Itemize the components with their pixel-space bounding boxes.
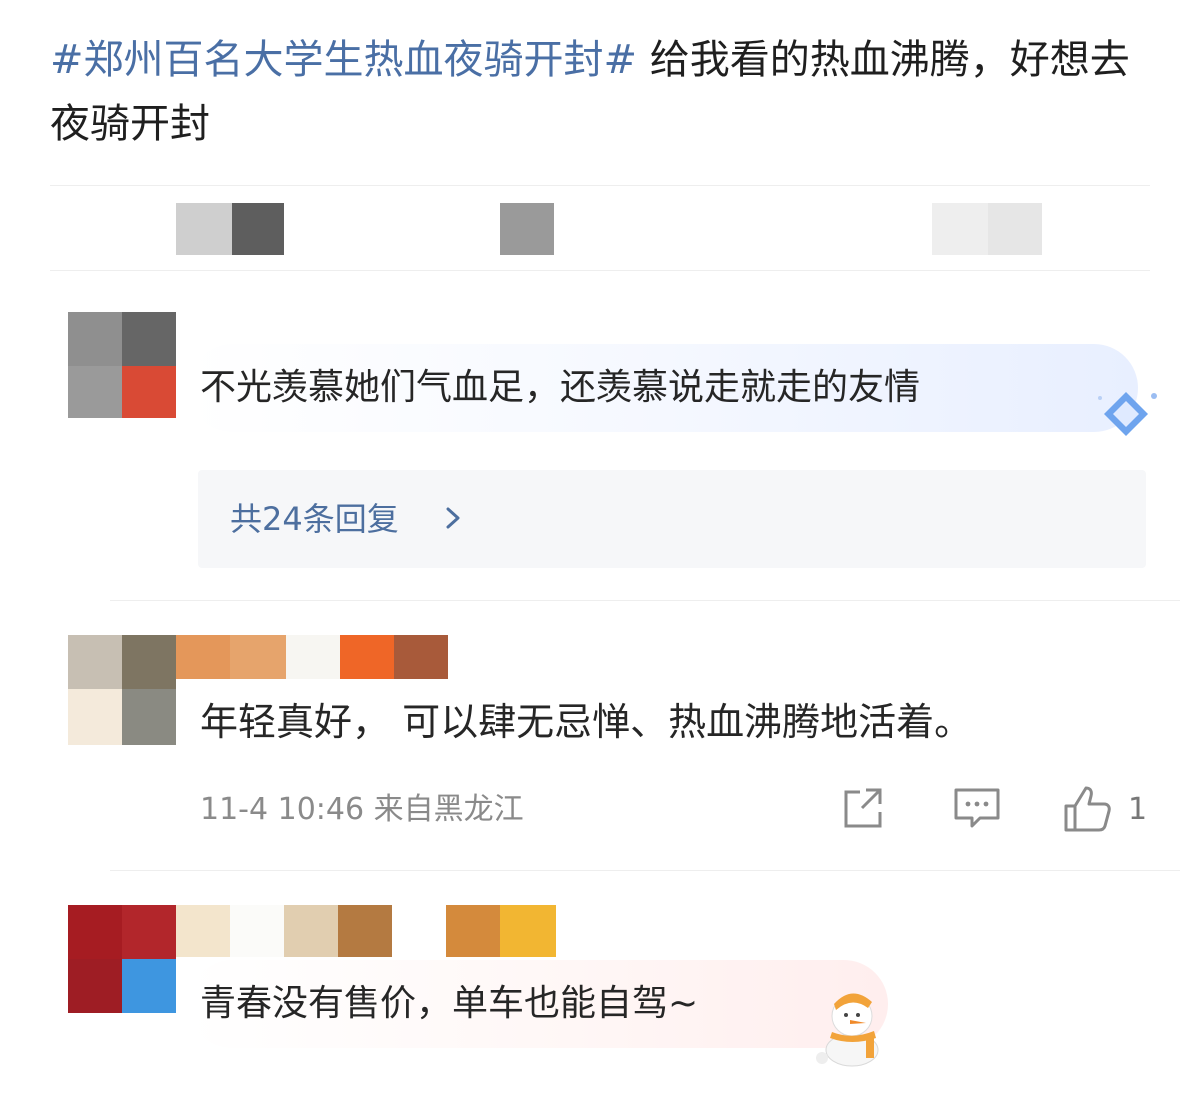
- divider: [110, 870, 1180, 871]
- replies-count-label: 共24条回复: [230, 500, 399, 538]
- comment-icon[interactable]: [952, 784, 1002, 832]
- diamond-badge-icon: [1098, 392, 1157, 436]
- divider: [110, 600, 1180, 601]
- replies-link[interactable]: 共24条回复: [198, 470, 1146, 568]
- chevron-right-icon: [446, 507, 460, 529]
- share-icon[interactable]: [840, 784, 888, 832]
- avatar[interactable]: [68, 635, 176, 747]
- redacted-action-bar: [0, 0, 1200, 270]
- divider: [50, 270, 1150, 271]
- comment-bubble: 青春没有售价，单车也能自驾~: [188, 960, 888, 1048]
- comment-text: 年轻真好， 可以肆无忌惮、热血沸腾地活着。: [200, 700, 973, 744]
- comment-time: 11-4 10:46: [200, 792, 365, 827]
- comment-meta: 11-4 10:46 来自黑龙江: [200, 785, 524, 835]
- comment-text: 青春没有售价，单车也能自驾~: [200, 983, 699, 1024]
- snowman-sticker-icon: [816, 993, 879, 1067]
- avatar[interactable]: [68, 905, 176, 1013]
- redacted-username: [176, 635, 448, 679]
- avatar[interactable]: [68, 312, 176, 418]
- redacted-username: [176, 905, 556, 957]
- comment-location: 来自黑龙江: [373, 792, 524, 827]
- comment-text: 不光羡慕她们气血足，还羡慕说走就走的友情: [200, 367, 921, 408]
- thumbs-up-icon[interactable]: [1062, 784, 1114, 836]
- comment-bubble: 不光羡慕她们气血足，还羡慕说走就走的友情: [188, 344, 1138, 432]
- like-count: 1: [1128, 792, 1148, 827]
